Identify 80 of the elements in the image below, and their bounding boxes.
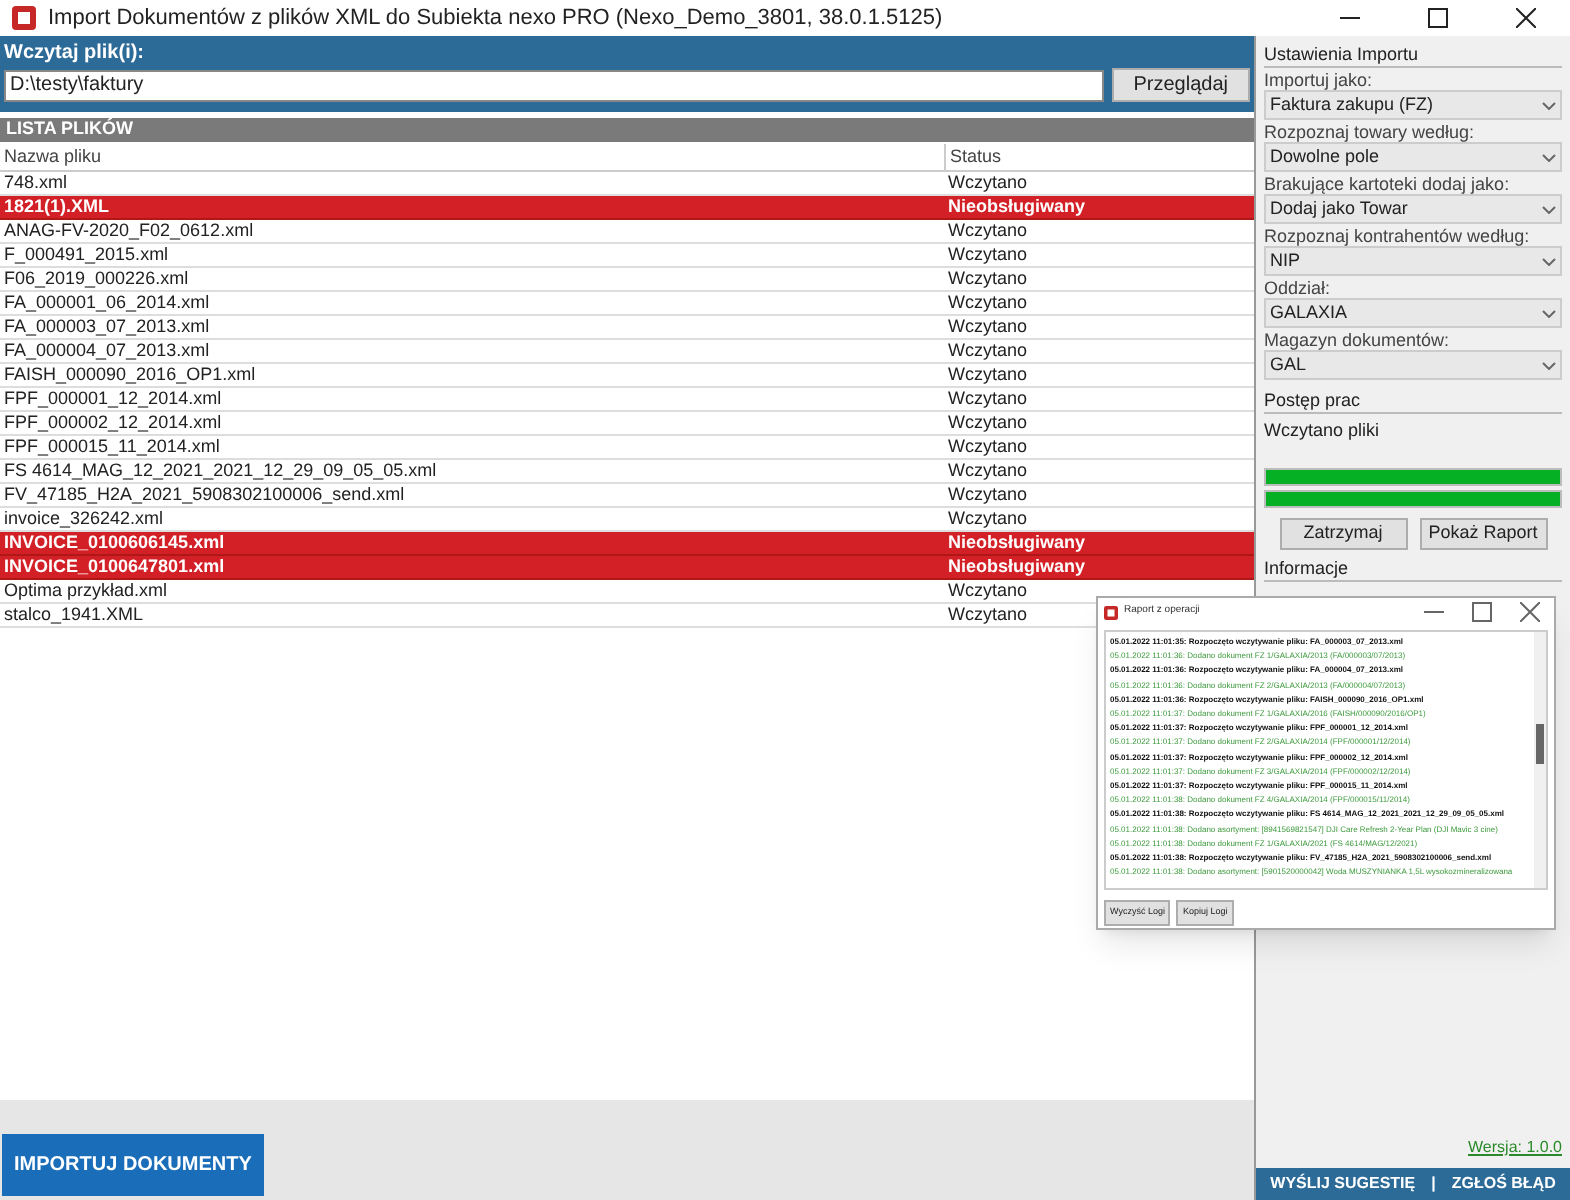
- chevron-down-icon: [1542, 309, 1556, 317]
- scrollbar[interactable]: [1534, 632, 1546, 888]
- column-header[interactable]: Nazwa pliku: [0, 144, 944, 170]
- chevron-down-icon: [1542, 205, 1556, 213]
- field-label: Importuj jako:: [1264, 70, 1375, 90]
- file-status: Wczytano: [946, 409, 1028, 436]
- dropdown[interactable]: Dodaj jako Towar: [1264, 194, 1562, 224]
- section-title: Postęp prac: [1264, 388, 1562, 414]
- dropdown[interactable]: Faktura zakupu (FZ): [1264, 90, 1562, 120]
- file-status: Wczytano: [946, 241, 1028, 268]
- chevron-down-icon: [1542, 101, 1556, 109]
- file-status: Wczytano: [946, 217, 1028, 244]
- window-title: Import Dokumentów z plików XML do Subiekta nexo PRO (Nexo_Demo_3801, 38.0.1.5125): [48, 3, 945, 34]
- field-label: Rozpoznaj kontrahentów według:: [1264, 226, 1532, 246]
- file-status: Nieobsługiwany: [946, 553, 1086, 580]
- file-name: INVOICE_0100647801.xml: [2, 553, 227, 580]
- file-name: FA_000001_06_2014.xml: [2, 289, 212, 316]
- file-name: Optima przykład.xml: [2, 577, 170, 604]
- progress-button[interactable]: Zatrzymaj: [1279, 518, 1407, 550]
- file-status: Nieobsługiwany: [946, 193, 1086, 220]
- file-row[interactable]: INVOICE_0100606145.xml Nieobsługiwany: [0, 532, 1254, 556]
- file-row[interactable]: 1821(1).XML Nieobsługiwany: [0, 196, 1254, 220]
- file-status: Wczytano: [946, 289, 1028, 316]
- section-title: Ustawienia Importu: [1264, 42, 1562, 68]
- file-name: FPF_000001_12_2014.xml: [2, 385, 224, 412]
- dropdown[interactable]: GALAXIA: [1264, 298, 1562, 328]
- file-row[interactable]: INVOICE_0100647801.xml Nieobsługiwany: [0, 556, 1254, 580]
- file-status: Wczytano: [946, 457, 1028, 484]
- progress-status: Wczytano pliki: [1264, 420, 1382, 442]
- file-status: Wczytano: [946, 169, 1028, 196]
- version-link[interactable]: Wersja: 1.0.0: [1468, 1136, 1562, 1160]
- file-name: stalco_1941.XML: [2, 601, 146, 628]
- field-label: Oddział:: [1264, 278, 1333, 298]
- browse-button[interactable]: Przeglądaj: [1111, 68, 1250, 102]
- file-name: FPF_000015_11_2014.xml: [2, 433, 222, 460]
- file-status: Wczytano: [946, 385, 1028, 412]
- separator-text: |: [1431, 1172, 1436, 1196]
- load-label: Wczytaj plik(i):: [4, 40, 147, 68]
- file-status: Wczytano: [946, 361, 1028, 388]
- app-icon: [1104, 605, 1118, 619]
- progress-button[interactable]: Pokaż Raport: [1419, 518, 1547, 550]
- file-status: Wczytano: [946, 337, 1028, 364]
- file-status: Wczytano: [946, 577, 1028, 604]
- column-header[interactable]: Status: [944, 144, 1254, 170]
- file-status: Wczytano: [946, 265, 1028, 292]
- file-status: Wczytano: [946, 433, 1028, 460]
- file-status: Wczytano: [946, 505, 1028, 532]
- section-title: Informacje: [1264, 556, 1562, 582]
- chevron-down-icon: [1542, 153, 1556, 161]
- file-name: INVOICE_0100606145.xml: [2, 529, 227, 556]
- file-name: FA_000004_07_2013.xml: [2, 337, 212, 364]
- dropdown[interactable]: NIP: [1264, 246, 1562, 276]
- footer-link[interactable]: ZGŁOŚ BŁĄD: [1451, 1172, 1556, 1196]
- file-name: FAISH_000090_2016_OP1.xml: [2, 361, 258, 388]
- import-button[interactable]: IMPORTUJ DOKUMENTY: [2, 1134, 264, 1196]
- app-icon: [12, 6, 36, 30]
- dropdown[interactable]: Dowolne pole: [1264, 142, 1562, 172]
- file-name: F06_2019_000226.xml: [2, 265, 191, 292]
- file-name: 748.xml: [2, 169, 70, 196]
- file-status: Nieobsługiwany: [946, 529, 1086, 556]
- dropdown[interactable]: GAL: [1264, 350, 1562, 380]
- file-name: ANAG-FV-2020_F02_0612.xml: [2, 217, 256, 244]
- file-name: FV_47185_H2A_2021_5908302100006_send.xml: [2, 481, 407, 508]
- path-field[interactable]: D:\testy\faktury: [4, 69, 1104, 101]
- chevron-down-icon: [1542, 361, 1556, 369]
- file-name: FS 4614_MAG_12_2021_2021_12_29_09_05_05.xml: [2, 457, 439, 484]
- field-label: Brakujące kartoteki dodaj jako:: [1264, 174, 1512, 194]
- file-status: Wczytano: [946, 481, 1028, 508]
- chevron-down-icon: [1542, 257, 1556, 265]
- list-title: LISTA PLIKÓW: [6, 116, 133, 143]
- file-name: 1821(1).XML: [2, 193, 112, 220]
- file-name: FA_000003_07_2013.xml: [2, 313, 212, 340]
- file-status: Wczytano: [946, 601, 1028, 628]
- field-label: Magazyn dokumentów:: [1264, 330, 1452, 350]
- file-name: F_000491_2015.xml: [2, 241, 171, 268]
- file-name: invoice_326242.xml: [2, 505, 166, 532]
- file-status: Wczytano: [946, 313, 1028, 340]
- footer-link[interactable]: WYŚLIJ SUGESTIĘ: [1270, 1172, 1416, 1196]
- field-label: Rozpoznaj towary według:: [1264, 122, 1477, 142]
- file-name: FPF_000002_12_2014.xml: [2, 409, 224, 436]
